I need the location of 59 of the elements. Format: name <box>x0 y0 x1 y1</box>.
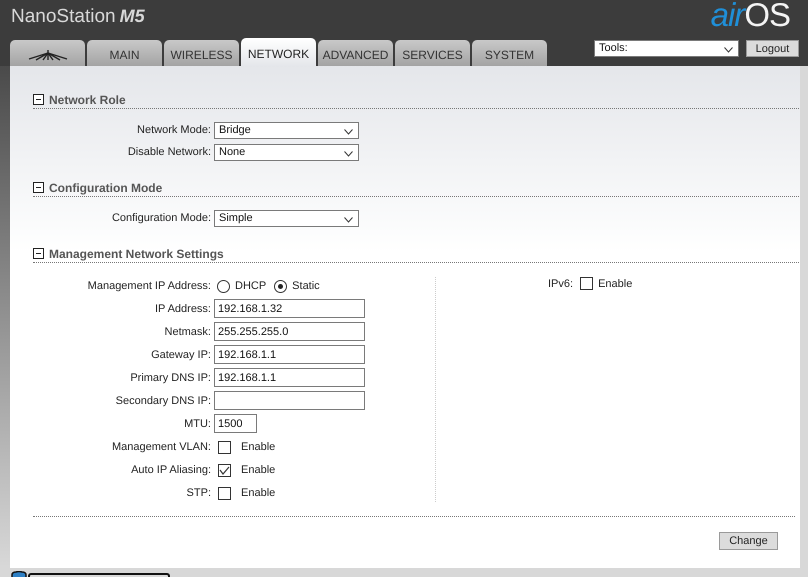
checkbox-label: Enable <box>598 278 632 290</box>
field-label: STP: <box>186 487 212 499</box>
select-field[interactable]: Simple <box>214 210 359 226</box>
section-title: Management Network Settings <box>49 246 224 260</box>
field-label: Management IP Address: <box>86 280 212 292</box>
text-field[interactable]: 255.255.255.0 <box>214 322 365 341</box>
select-field[interactable]: Bridge <box>214 122 359 138</box>
nav-tab[interactable]: SERVICES <box>395 40 470 66</box>
caret-icon <box>344 150 353 156</box>
nav-tab[interactable]: ADVANCED <box>318 40 393 66</box>
nav-tab[interactable]: SYSTEM <box>472 40 547 66</box>
collapse-toggle-icon[interactable] <box>33 248 44 259</box>
text-field[interactable]: 192.168.1.32 <box>214 299 365 318</box>
radio-button[interactable] <box>217 280 230 292</box>
section-title: Network Role <box>49 92 126 106</box>
select-field[interactable]: None <box>214 144 359 160</box>
nav-tab[interactable]: MAIN <box>87 40 162 66</box>
checkbox[interactable] <box>580 277 594 290</box>
nav-tab[interactable]: WIRELESS <box>164 40 239 66</box>
field-label: IP Address: <box>154 302 212 314</box>
field-label: Secondary DNS IP: <box>114 394 212 406</box>
collapse-toggle-icon[interactable] <box>33 182 44 193</box>
radio-button[interactable] <box>274 280 288 292</box>
logout-button[interactable]: Logout <box>746 40 799 57</box>
text-field[interactable]: 192.168.1.1 <box>214 368 365 387</box>
caret-icon <box>344 216 353 222</box>
checkbox[interactable] <box>218 440 231 454</box>
caret-icon <box>344 128 353 134</box>
field-label: Disable Network: <box>126 146 212 158</box>
tools-dropdown[interactable]: Tools: <box>594 40 739 57</box>
model-name: M5 <box>120 6 145 27</box>
logo-tab[interactable] <box>10 40 85 66</box>
caret-icon <box>724 47 733 53</box>
checkbox-label: Enable <box>241 464 276 476</box>
field-label: MTU: <box>183 418 212 430</box>
checkbox[interactable] <box>218 464 231 476</box>
field-label: Network Mode: <box>136 124 212 136</box>
brand-prefix: air <box>710 0 744 33</box>
field-label: Primary DNS IP: <box>129 372 212 384</box>
field-label: Gateway IP: <box>150 348 212 360</box>
collapse-toggle-icon[interactable] <box>33 94 44 105</box>
checkbox-label: Enable <box>241 487 276 499</box>
field-label: Auto IP Aliasing: <box>130 464 212 476</box>
field-label: Netmask: <box>164 326 212 338</box>
radio-label: DHCP <box>235 280 266 292</box>
field-label: IPv6: <box>548 278 574 290</box>
section-title: Configuration Mode <box>49 180 162 194</box>
text-field[interactable] <box>214 391 365 410</box>
text-field[interactable]: 1500 <box>214 414 257 433</box>
checkbox-label: Enable <box>241 441 276 453</box>
field-label: Configuration Mode: <box>110 212 212 224</box>
product-name: NanoStation <box>11 6 116 28</box>
nav-tab[interactable]: NETWORK <box>241 38 316 66</box>
field-label: Management VLAN: <box>110 441 212 453</box>
checkbox[interactable] <box>218 486 231 500</box>
burst-icon <box>28 49 68 61</box>
change-button[interactable]: Change <box>719 532 778 550</box>
radio-label: Static <box>292 280 320 292</box>
text-field[interactable]: 192.168.1.1 <box>214 345 365 364</box>
